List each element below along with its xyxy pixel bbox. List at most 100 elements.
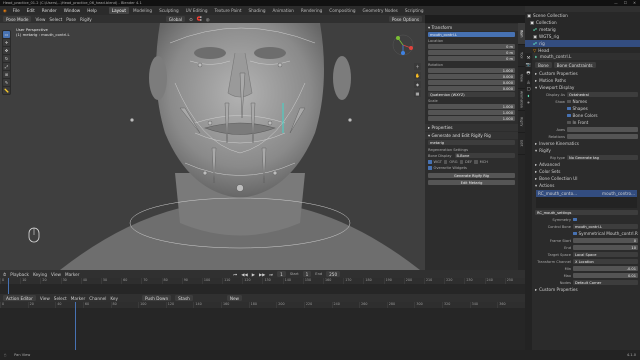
- jump-end-icon[interactable]: ⏭: [269, 272, 273, 277]
- nodes-select[interactable]: Default Corner: [573, 280, 638, 285]
- tab-layout[interactable]: Layout: [108, 7, 130, 14]
- object-icon[interactable]: ▢: [527, 86, 531, 91]
- menu-view-action[interactable]: View: [40, 296, 50, 301]
- tab-modeling[interactable]: Modeling: [130, 7, 155, 14]
- bone-icon[interactable]: ⬧: [528, 93, 530, 98]
- scale-x-field[interactable]: 1.000: [428, 104, 515, 109]
- tab-scripting[interactable]: Scripting: [402, 7, 427, 14]
- footer-custom-properties-section[interactable]: ▸ Custom Properties: [533, 286, 640, 293]
- display-as-select[interactable]: Octahedral: [567, 92, 638, 97]
- bone-name-field[interactable]: mouth_contrl.L: [428, 32, 515, 37]
- inverse-kinematics-section[interactable]: ▸ Inverse Kinematics: [533, 140, 640, 147]
- close-icon[interactable]: ✕: [633, 1, 636, 5]
- transform-channel-select[interactable]: X Location: [573, 259, 638, 264]
- menu-view[interactable]: View: [35, 17, 45, 22]
- end-frame-field[interactable]: 250: [326, 271, 341, 277]
- in-front-checkbox[interactable]: [567, 120, 571, 125]
- tab-edit[interactable]: Edit: [518, 133, 525, 155]
- tab-shading[interactable]: Shading: [246, 7, 269, 14]
- transform-section[interactable]: ▾ Transform: [425, 24, 518, 31]
- tab-tool[interactable]: Tool: [518, 45, 525, 67]
- outliner-item[interactable]: ▣ Collection: [525, 19, 640, 26]
- axes-field[interactable]: [567, 127, 638, 132]
- play-icon[interactable]: ▶: [252, 272, 255, 277]
- hand-icon[interactable]: ✋: [414, 72, 421, 79]
- scale-z-field[interactable]: 1.000: [428, 116, 515, 121]
- generate-rig-button[interactable]: Generate Rigify Rig: [428, 173, 515, 178]
- menu-channel-action[interactable]: Channel: [89, 296, 106, 301]
- properties-section[interactable]: ▸ Properties: [425, 124, 518, 131]
- actions-section[interactable]: ▾ Actions: [533, 182, 640, 189]
- snap-icon[interactable]: 🧲: [197, 16, 202, 22]
- select-box-icon[interactable]: ▭: [3, 31, 10, 38]
- menu-key-action[interactable]: Key: [110, 296, 118, 301]
- rot-z-field[interactable]: 0.000: [428, 86, 515, 91]
- rot-y-field[interactable]: 0.000: [428, 80, 515, 85]
- tab-compositing[interactable]: Compositing: [326, 7, 358, 14]
- menu-render[interactable]: Render: [41, 8, 58, 13]
- bone-colors-checkbox[interactable]: [567, 113, 571, 118]
- org-checkbox[interactable]: [443, 160, 448, 164]
- constraint-icon[interactable]: ⚭: [527, 100, 531, 105]
- color-sets-section[interactable]: ▸ Color Sets: [533, 168, 640, 175]
- max-field[interactable]: 0.01: [573, 273, 638, 278]
- min-field[interactable]: -0.01: [573, 266, 638, 271]
- tab-view[interactable]: View: [518, 67, 525, 89]
- menu-file[interactable]: File: [12, 8, 21, 13]
- pivot-icon[interactable]: ⊙: [189, 17, 193, 22]
- advanced-section[interactable]: ▸ Advanced: [533, 161, 640, 168]
- tab-bone-constraints[interactable]: Bone Constraints: [553, 62, 596, 68]
- rotate-icon[interactable]: ↻: [3, 55, 10, 62]
- maximize-icon[interactable]: ☐: [624, 1, 627, 5]
- menu-pose[interactable]: Pose: [66, 17, 76, 22]
- prev-key-icon[interactable]: ◀◀: [241, 272, 247, 277]
- menu-edit[interactable]: Edit: [26, 8, 36, 13]
- names-checkbox[interactable]: [567, 99, 571, 104]
- tab-rendering[interactable]: Rendering: [298, 7, 325, 14]
- def-checkbox[interactable]: [459, 160, 464, 164]
- relations-field[interactable]: [567, 134, 638, 139]
- timeline[interactable]: 0 10 20 30 40 50 60 70 80 90 100 110 120 130 140 150 160…: [0, 278, 525, 294]
- scale-icon[interactable]: ⤢: [3, 63, 10, 70]
- rigify-section[interactable]: ▾ Rigify: [533, 147, 640, 154]
- outliner-item[interactable]: ☍ metarig: [525, 26, 640, 33]
- tab-texture-paint[interactable]: Texture Paint: [212, 7, 245, 14]
- current-frame-field[interactable]: 1: [277, 271, 286, 277]
- menu-marker-timeline[interactable]: Marker: [65, 272, 79, 277]
- orientation-selector[interactable]: Global: [165, 16, 186, 22]
- menu-rigify[interactable]: Rigify: [80, 17, 92, 22]
- action-slot[interactable]: RC_mouth_settings: [533, 209, 640, 216]
- tab-item[interactable]: Item: [518, 23, 525, 45]
- control-bone-field[interactable]: mouth_contrl.L: [573, 224, 638, 229]
- scale-y-field[interactable]: 1.000: [428, 110, 515, 115]
- menu-select-action[interactable]: Select: [54, 296, 67, 301]
- list-item[interactable]: RC_mouth_conto... mouth_contro...: [536, 190, 637, 197]
- shapes-checkbox[interactable]: [567, 106, 571, 111]
- wgt-checkbox[interactable]: [428, 160, 432, 164]
- tab-uv-editing[interactable]: UV Editing: [183, 7, 211, 14]
- menu-view-timeline[interactable]: View: [51, 272, 61, 277]
- loc-x-field[interactable]: 0 m: [428, 44, 515, 49]
- frame-start-field[interactable]: 0: [573, 238, 638, 243]
- rig-type-select[interactable]: No Generate tag: [567, 155, 638, 160]
- zoom-icon[interactable]: ＋: [414, 63, 421, 70]
- menu-playback[interactable]: Playback: [10, 272, 29, 277]
- menu-marker-action[interactable]: Marker: [71, 296, 85, 301]
- overwrite-widgets-checkbox[interactable]: [428, 166, 432, 170]
- metarig-field[interactable]: metarig: [428, 140, 515, 145]
- move-icon[interactable]: ✥: [3, 47, 10, 54]
- bone-collection-ui-section[interactable]: ▸ Bone Collection UI: [533, 175, 640, 182]
- outliner-item[interactable]: ▣ Scene Collection: [525, 12, 640, 19]
- pose-options[interactable]: Pose Options: [388, 16, 422, 22]
- cursor-icon[interactable]: ✛: [3, 39, 10, 46]
- next-key-icon[interactable]: ▶▶: [259, 272, 265, 277]
- scene-icon[interactable]: ◬: [527, 79, 530, 84]
- transform-icon[interactable]: ⊞: [3, 71, 10, 78]
- playhead[interactable]: [75, 302, 76, 350]
- loc-z-field[interactable]: 0 m: [428, 56, 515, 61]
- tool-icon[interactable]: ⚒: [527, 55, 531, 60]
- jump-start-icon[interactable]: ⏮: [233, 272, 237, 277]
- tab-geometry-nodes[interactable]: Geometry Nodes: [360, 7, 401, 14]
- 3d-viewport[interactable]: User Perspective (1) metarig : mouth_con…: [0, 23, 425, 270]
- rigify-generate-section[interactable]: ▾ Generate and Edit Rigify Rig: [425, 132, 518, 139]
